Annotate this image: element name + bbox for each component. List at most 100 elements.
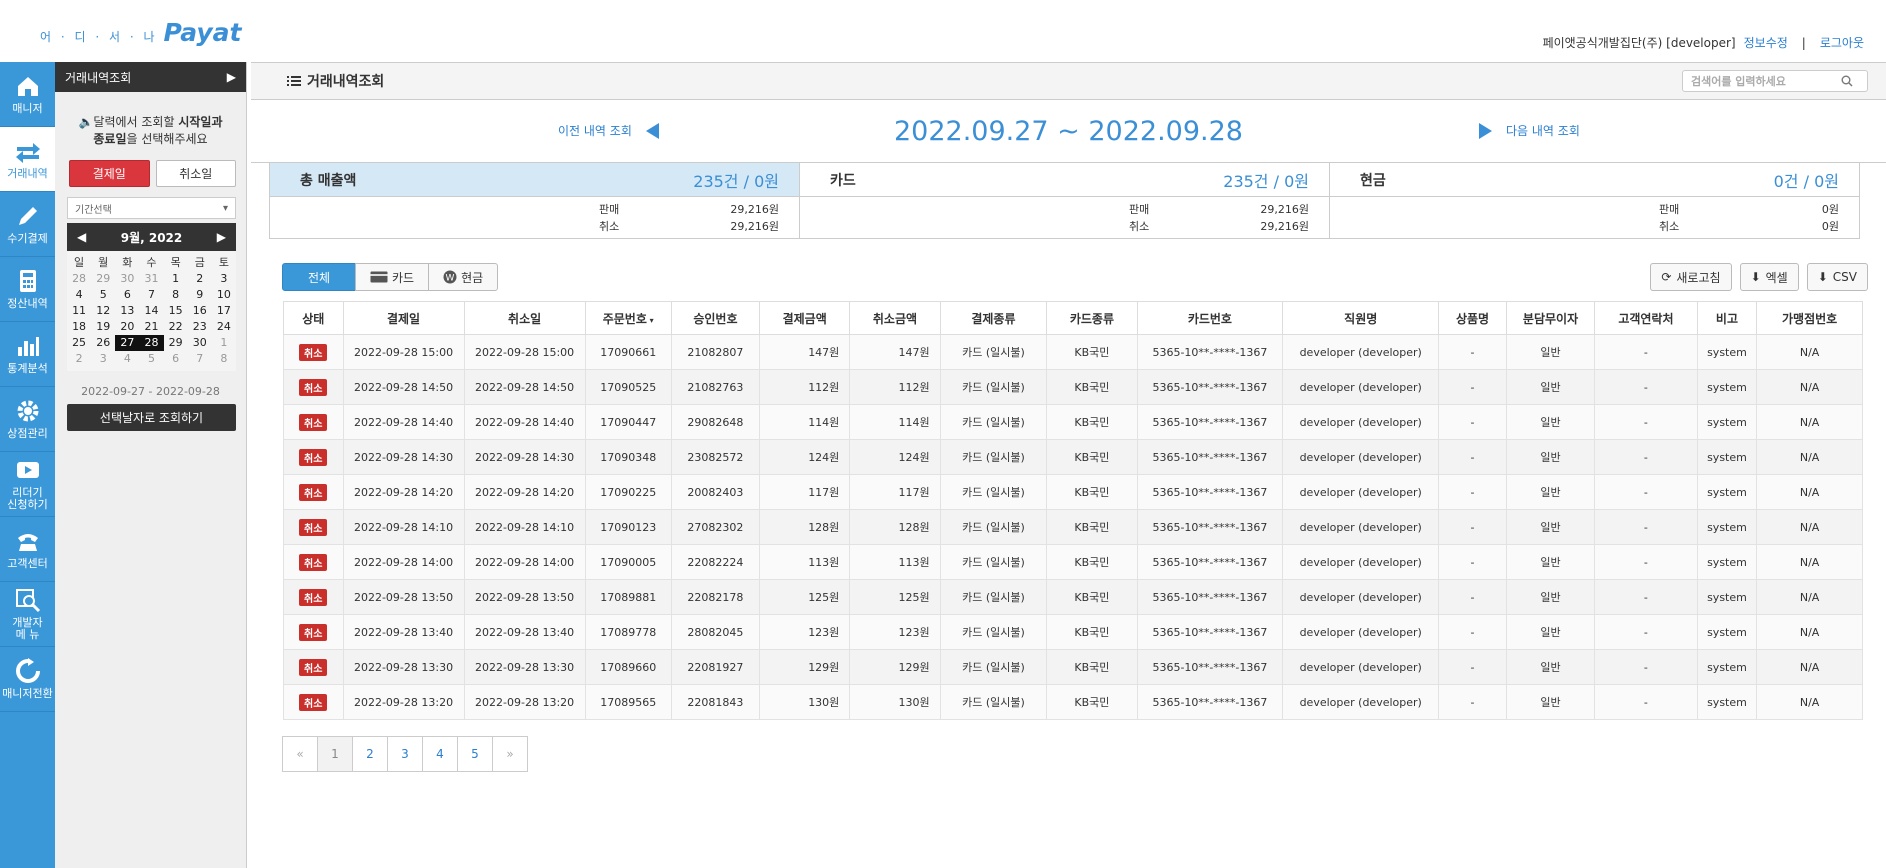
table-row[interactable]: 취소 2022-09-28 14:50 2022-09-28 14:50 170905…	[283, 369, 1863, 405]
calendar-panel-header[interactable]: 거래내역조회 ▶	[55, 62, 246, 92]
calendar-day[interactable]: 2	[188, 271, 212, 287]
nav-item-7[interactable]: 고객센터	[0, 517, 55, 582]
logout-link[interactable]: 로그아웃	[1820, 34, 1864, 51]
calendar-day[interactable]: 21	[139, 319, 163, 335]
search-icon[interactable]	[1841, 75, 1853, 87]
calendar-day[interactable]: 6	[115, 287, 139, 303]
search-input[interactable]: 검색어를 입력하세요	[1682, 70, 1868, 92]
table-row[interactable]: 취소 2022-09-28 15:00 2022-09-28 15:00 170906…	[283, 334, 1863, 370]
calendar-day[interactable]: 11	[67, 303, 91, 319]
nav-item-8[interactable]: 개발자 메 뉴	[0, 582, 55, 647]
nav-item-0[interactable]: 매니저	[0, 62, 55, 127]
calendar-day[interactable]: 10	[212, 287, 236, 303]
table-cell: 2022-09-28 14:50	[342, 369, 465, 405]
calendar-day[interactable]: 15	[164, 303, 188, 319]
calendar-day[interactable]: 25	[67, 335, 91, 351]
calendar-day[interactable]: 29	[91, 271, 115, 287]
calendar-day[interactable]: 30	[115, 271, 139, 287]
calendar-day[interactable]: 28	[139, 335, 164, 351]
calendar-day[interactable]: 13	[115, 303, 139, 319]
page-link[interactable]: »	[492, 736, 528, 772]
nav-item-9[interactable]: 매니저전환	[0, 647, 55, 712]
page-link[interactable]: 5	[457, 736, 493, 772]
nav-item-2[interactable]: 수기결제	[0, 192, 55, 257]
calendar-day[interactable]: 2	[67, 351, 91, 367]
calendar-day[interactable]: 1	[164, 271, 188, 287]
logo[interactable]: 어 · 디 · 서 · 나 Payat	[40, 18, 241, 47]
calendar-day[interactable]: 3	[212, 271, 236, 287]
search-by-date-button[interactable]: 선택날자로 조회하기	[67, 404, 236, 431]
caret-right-icon[interactable]: ▶	[227, 70, 236, 84]
calendar-day[interactable]: 18	[67, 319, 91, 335]
user-area: 페이앳공식개발집단(주) [developer] 정보수정 | 로그아웃	[1543, 34, 1864, 51]
filter-all-tab[interactable]: 전체	[282, 263, 356, 291]
table-row[interactable]: 취소 2022-09-28 13:20 2022-09-28 13:20 170895…	[283, 684, 1863, 720]
page-link[interactable]: 3	[387, 736, 423, 772]
table-row[interactable]: 취소 2022-09-28 14:30 2022-09-28 14:30 170903…	[283, 439, 1863, 475]
calendar-day[interactable]: 4	[115, 351, 139, 367]
calendar-day[interactable]: 1	[212, 335, 236, 351]
column-header[interactable]: 주문번호 ▾	[584, 301, 672, 335]
calendar-day[interactable]: 26	[91, 335, 115, 351]
page-link[interactable]: «	[282, 736, 318, 772]
table-row[interactable]: 취소 2022-09-28 14:10 2022-09-28 14:10 170901…	[283, 509, 1863, 545]
calendar-day[interactable]: 29	[164, 335, 188, 351]
calendar-day[interactable]: 8	[164, 287, 188, 303]
table-row[interactable]: 취소 2022-09-28 13:30 2022-09-28 13:30 170896…	[283, 649, 1863, 685]
next-period-link[interactable]: 다음 내역 조회	[1479, 122, 1580, 139]
calendar-day[interactable]: 30	[188, 335, 212, 351]
filter-card-tab[interactable]: 카드	[355, 263, 430, 291]
calendar-day[interactable]: 22	[164, 319, 188, 335]
table-row[interactable]: 취소 2022-09-28 13:40 2022-09-28 13:40 170897…	[283, 614, 1863, 650]
table-cell: -	[1594, 684, 1698, 720]
calendar-day[interactable]: 16	[188, 303, 212, 319]
calendar-day[interactable]: 31	[139, 271, 163, 287]
filter-cash-tab[interactable]: W 현금	[428, 263, 499, 291]
table-row[interactable]: 취소 2022-09-28 14:40 2022-09-28 14:40 170904…	[283, 404, 1863, 440]
calendar-day[interactable]: 20	[115, 319, 139, 335]
calendar-day[interactable]: 19	[91, 319, 115, 335]
sort-desc-icon[interactable]: ▾	[647, 316, 654, 325]
nav-item-4[interactable]: 통계분석	[0, 322, 55, 387]
calendar-day[interactable]: 4	[67, 287, 91, 303]
calendar-day[interactable]: 5	[139, 351, 163, 367]
excel-download-button[interactable]: ⬇ 엑셀	[1739, 263, 1799, 291]
calendar-day[interactable]: 5	[91, 287, 115, 303]
period-select[interactable]: 기간선택 ▾	[67, 197, 236, 219]
page-link[interactable]: 1	[317, 736, 353, 772]
prev-period-link[interactable]: 이전 내역 조회	[558, 122, 659, 139]
calendar-day[interactable]: 12	[91, 303, 115, 319]
table-row[interactable]: 취소 2022-09-28 13:50 2022-09-28 13:50 170898…	[283, 579, 1863, 615]
calendar-day[interactable]: 7	[188, 351, 212, 367]
page-link[interactable]: 4	[422, 736, 458, 772]
nav-item-3[interactable]: 정산내역	[0, 257, 55, 322]
calendar-day[interactable]: 14	[139, 303, 163, 319]
triangle-left-icon[interactable]	[645, 122, 659, 139]
calendar-day[interactable]: 23	[188, 319, 212, 335]
cancel-date-button[interactable]: 취소일	[155, 160, 236, 187]
calendar-day[interactable]: 6	[164, 351, 188, 367]
calendar-day[interactable]: 28	[67, 271, 91, 287]
edit-info-link[interactable]: 정보수정	[1744, 34, 1788, 51]
prev-month-icon[interactable]: ◀	[77, 230, 86, 244]
pay-date-button[interactable]: 결제일	[69, 160, 150, 187]
nav-item-1[interactable]: 거래내역	[0, 127, 55, 192]
table-row[interactable]: 취소 2022-09-28 14:20 2022-09-28 14:20 170902…	[283, 474, 1863, 510]
csv-download-button[interactable]: ⬇ CSV	[1806, 263, 1868, 291]
table-row[interactable]: 취소 2022-09-28 14:00 2022-09-28 14:00 170900…	[283, 544, 1863, 580]
calendar-day[interactable]: 17	[212, 303, 236, 319]
calendar-day[interactable]: 7	[139, 287, 163, 303]
nav-item-5[interactable]: 상점관리	[0, 387, 55, 452]
calendar-day[interactable]: 24	[212, 319, 236, 335]
calendar-day[interactable]: 8	[212, 351, 236, 367]
next-month-icon[interactable]: ▶	[217, 230, 226, 244]
nav-item-6[interactable]: 리더기 신청하기	[0, 452, 55, 517]
triangle-right-icon[interactable]	[1479, 122, 1492, 139]
table-cell: developer (developer)	[1282, 334, 1440, 370]
page-link[interactable]: 2	[352, 736, 388, 772]
table-cell: 취소	[283, 369, 344, 405]
calendar-day[interactable]: 3	[91, 351, 115, 367]
calendar-day[interactable]: 27	[115, 335, 140, 351]
calendar-day[interactable]: 9	[188, 287, 212, 303]
refresh-button[interactable]: ⟳ 새로고침	[1650, 263, 1732, 291]
